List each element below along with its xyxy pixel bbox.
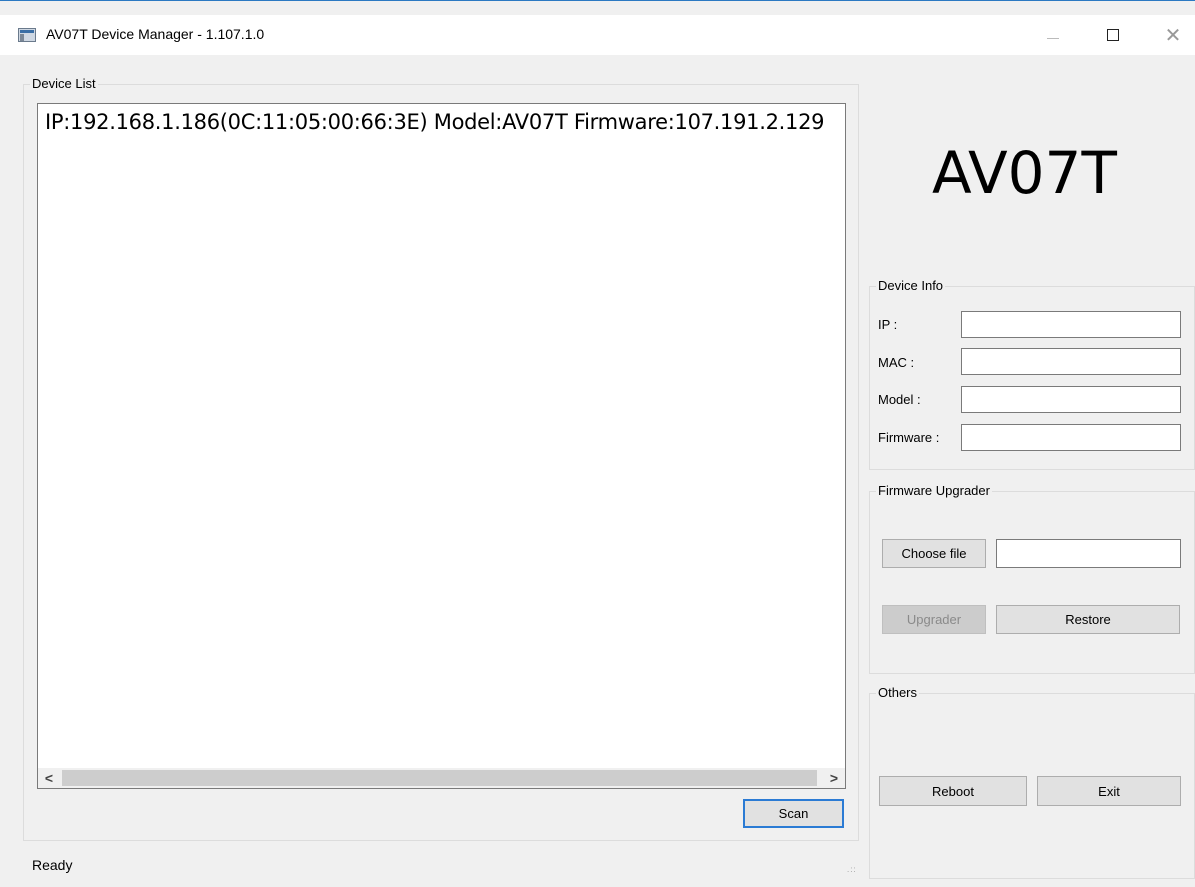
firmware-file-field[interactable] — [996, 539, 1181, 568]
device-listbox[interactable]: IP:192.168.1.186(0C:11:05:00:66:3E) Mode… — [37, 103, 846, 789]
device-info-legend: Device Info — [876, 278, 946, 293]
minimize-button[interactable] — [1030, 15, 1076, 55]
reboot-button[interactable]: Reboot — [879, 776, 1027, 806]
scroll-right-arrow-icon[interactable]: > — [823, 768, 845, 788]
firmware-field[interactable] — [961, 424, 1181, 451]
scroll-left-arrow-icon[interactable]: < — [38, 768, 60, 788]
upgrader-button[interactable]: Upgrader — [882, 605, 986, 634]
maximize-button[interactable] — [1090, 15, 1136, 55]
ip-label: IP : — [878, 317, 898, 332]
minimize-icon — [1047, 37, 1059, 39]
model-display: AV07T — [932, 139, 1117, 207]
horizontal-scrollbar[interactable]: < > — [38, 768, 845, 788]
scroll-thumb[interactable] — [62, 770, 817, 786]
restore-button[interactable]: Restore — [996, 605, 1180, 634]
status-text: Ready — [32, 857, 73, 873]
mac-label: MAC : — [878, 355, 915, 370]
firmware-label: Firmware : — [878, 430, 940, 445]
firmware-upgrader-legend: Firmware Upgrader — [876, 483, 992, 498]
close-button[interactable]: ✕ — [1150, 15, 1195, 55]
window-title: AV07T Device Manager - 1.107.1.0 — [46, 26, 265, 42]
device-list-legend: Device List — [30, 76, 98, 91]
others-legend: Others — [876, 685, 920, 700]
ip-field[interactable] — [961, 311, 1181, 338]
model-label: Model : — [878, 392, 921, 407]
choose-file-button[interactable]: Choose file — [882, 539, 986, 568]
app-icon — [18, 28, 36, 42]
model-field[interactable] — [961, 386, 1181, 413]
scan-button[interactable]: Scan — [743, 799, 844, 828]
firmware-upgrader-group: Firmware Upgrader — [869, 483, 1195, 674]
device-list-item[interactable]: IP:192.168.1.186(0C:11:05:00:66:3E) Mode… — [45, 110, 825, 134]
mac-field[interactable] — [961, 348, 1181, 375]
title-bar: AV07T Device Manager - 1.107.1.0 ✕ — [0, 15, 1195, 55]
maximize-icon — [1107, 29, 1119, 41]
app-window: AV07T Device Manager - 1.107.1.0 ✕ Devic… — [0, 0, 1195, 887]
resize-grip-icon[interactable]: .:: — [847, 865, 857, 874]
close-icon: ✕ — [1164, 23, 1182, 47]
exit-button[interactable]: Exit — [1037, 776, 1181, 806]
